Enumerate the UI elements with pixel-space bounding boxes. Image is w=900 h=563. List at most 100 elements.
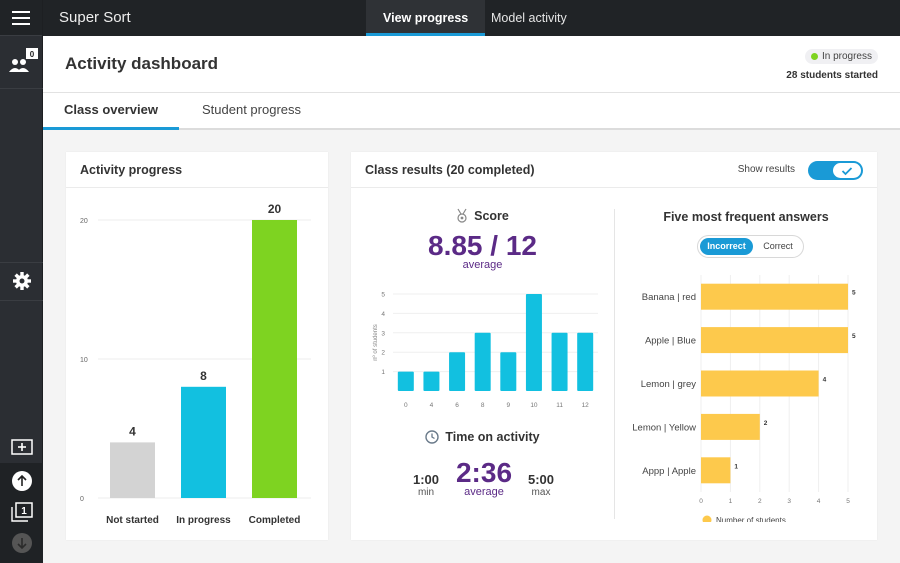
bar-value-label: 1: [734, 463, 738, 470]
download-icon: [11, 533, 32, 553]
x-tick-label: 4: [430, 402, 434, 409]
sidebar: 0 1: [0, 0, 43, 563]
bar: [701, 327, 848, 354]
y-tick-label: 4: [381, 311, 385, 318]
settings-button[interactable]: [0, 264, 43, 298]
x-tick-label: 2: [758, 498, 762, 505]
time-average-value: 2:36: [455, 457, 513, 488]
activity-progress-card: Activity progress 0 10 20 4 Not started 8 In p…: [66, 152, 328, 540]
bar: [110, 442, 155, 498]
y-category-label: Banana | red: [642, 292, 696, 303]
time-max-label: max: [531, 487, 551, 498]
bar: [701, 370, 819, 397]
slides-icon: 1: [10, 502, 33, 522]
segment-correct[interactable]: Correct: [755, 238, 801, 255]
slides-count: 1: [21, 506, 27, 517]
slides-button[interactable]: 1: [0, 499, 43, 525]
time-min: 1:00 min: [411, 472, 441, 498]
bar: [181, 386, 226, 498]
top-bar: Super Sort View progress Model activity: [43, 0, 900, 36]
y-tick-label: 20: [80, 218, 88, 225]
status-badge: In progress: [804, 49, 878, 64]
bar-value-label: 2: [764, 420, 768, 427]
clock-icon: [425, 430, 440, 444]
upload-button[interactable]: [0, 469, 43, 493]
y-tick-label: 0: [80, 496, 84, 503]
y-tick-label: 1: [381, 369, 385, 376]
x-tick-label: 9: [507, 402, 511, 409]
show-results-toggle[interactable]: [808, 161, 863, 180]
x-tick-label: 8: [481, 402, 485, 409]
class-results-title: Class results (20 completed): [351, 152, 877, 188]
legend-label: Number of students: [716, 516, 786, 522]
status-dot-icon: [810, 53, 818, 60]
nav-tab-view-progress[interactable]: View progress: [366, 0, 486, 36]
nav-tab-model-activity[interactable]: Model activity: [474, 0, 584, 36]
x-tick-label: 0: [699, 498, 703, 505]
y-tick-label: 10: [80, 357, 88, 364]
x-tick-label: 11: [556, 402, 563, 409]
page-header: Activity dashboard In progress 28 studen…: [43, 36, 900, 93]
time-min-label: min: [417, 487, 435, 498]
bar: [701, 457, 731, 484]
students-button[interactable]: 0: [0, 40, 43, 80]
bar: [701, 283, 848, 310]
legend-marker: [702, 515, 712, 522]
class-results-card: Class results (20 completed) Show result…: [351, 152, 877, 540]
x-category-label: Not started: [106, 515, 159, 526]
time-max: 5:00 max: [526, 472, 556, 498]
bar-value-label: 5: [852, 290, 856, 297]
tab-student-progress[interactable]: Student progress: [202, 93, 301, 130]
score-distribution-chart: 12345nº of students0 4 6 8 9 10 11 12: [372, 292, 598, 409]
download-button[interactable]: [0, 531, 43, 555]
bar: [577, 332, 594, 391]
students-badge: 0: [29, 50, 34, 59]
time-label: Time on activity: [445, 430, 540, 444]
upload-icon: [11, 471, 32, 491]
bar-value-label: 4: [129, 424, 136, 438]
bar: [449, 352, 466, 391]
y-tick-label: 2: [381, 350, 385, 357]
show-results-label: Show results: [737, 164, 795, 175]
y-tick-label: 5: [381, 292, 385, 299]
hamburger-menu-icon: [12, 10, 30, 25]
add-slide-button[interactable]: [0, 436, 43, 458]
bar-value-label: 4: [823, 377, 827, 384]
x-tick-label: 0: [404, 402, 408, 409]
y-axis-label: nº of students: [372, 324, 379, 361]
x-tick-label: 5: [846, 498, 850, 505]
bar: [397, 371, 414, 391]
time-average: 2:36 average: [451, 457, 517, 499]
x-tick-label: 10: [530, 402, 538, 409]
x-tick-label: 4: [817, 498, 821, 505]
frequent-answers-chart: 0 1 2 3 4 5 5 Banana | red 5 Apple | Blue 4 Lemon |…: [632, 275, 856, 522]
settings-icon: [12, 272, 31, 290]
bar: [525, 294, 542, 391]
x-category-label: In progress: [176, 515, 231, 526]
x-category-label: Completed: [249, 515, 301, 526]
x-tick-label: 1: [729, 498, 733, 505]
app-title: Super Sort: [59, 9, 131, 26]
segment-incorrect[interactable]: Incorrect: [700, 238, 753, 255]
page-title: Activity dashboard: [65, 54, 219, 73]
bar: [423, 371, 440, 391]
tab-class-overview[interactable]: Class overview: [43, 93, 179, 130]
y-tick-label: 3: [381, 330, 385, 337]
menu-button[interactable]: [0, 0, 42, 36]
add-slide-icon: [10, 439, 33, 455]
bar: [252, 220, 297, 498]
bar-value-label: 5: [852, 333, 856, 340]
y-category-label: Lemon | Yellow: [632, 422, 696, 433]
slide-controls: 1: [0, 463, 43, 563]
answer-type-segmented-control: Incorrect Correct: [697, 235, 804, 258]
activity-progress-title: Activity progress: [66, 152, 328, 188]
bar-value-label: 8: [200, 369, 207, 383]
y-category-label: Appp | Apple: [642, 466, 696, 477]
bar: [474, 332, 491, 391]
y-category-label: Lemon | grey: [641, 379, 697, 390]
medal-icon: [457, 208, 467, 223]
checkmark-icon: [841, 166, 853, 175]
bar-value-label: 20: [268, 202, 282, 216]
x-tick-label: 12: [582, 402, 590, 409]
score-label: Score: [474, 208, 509, 223]
